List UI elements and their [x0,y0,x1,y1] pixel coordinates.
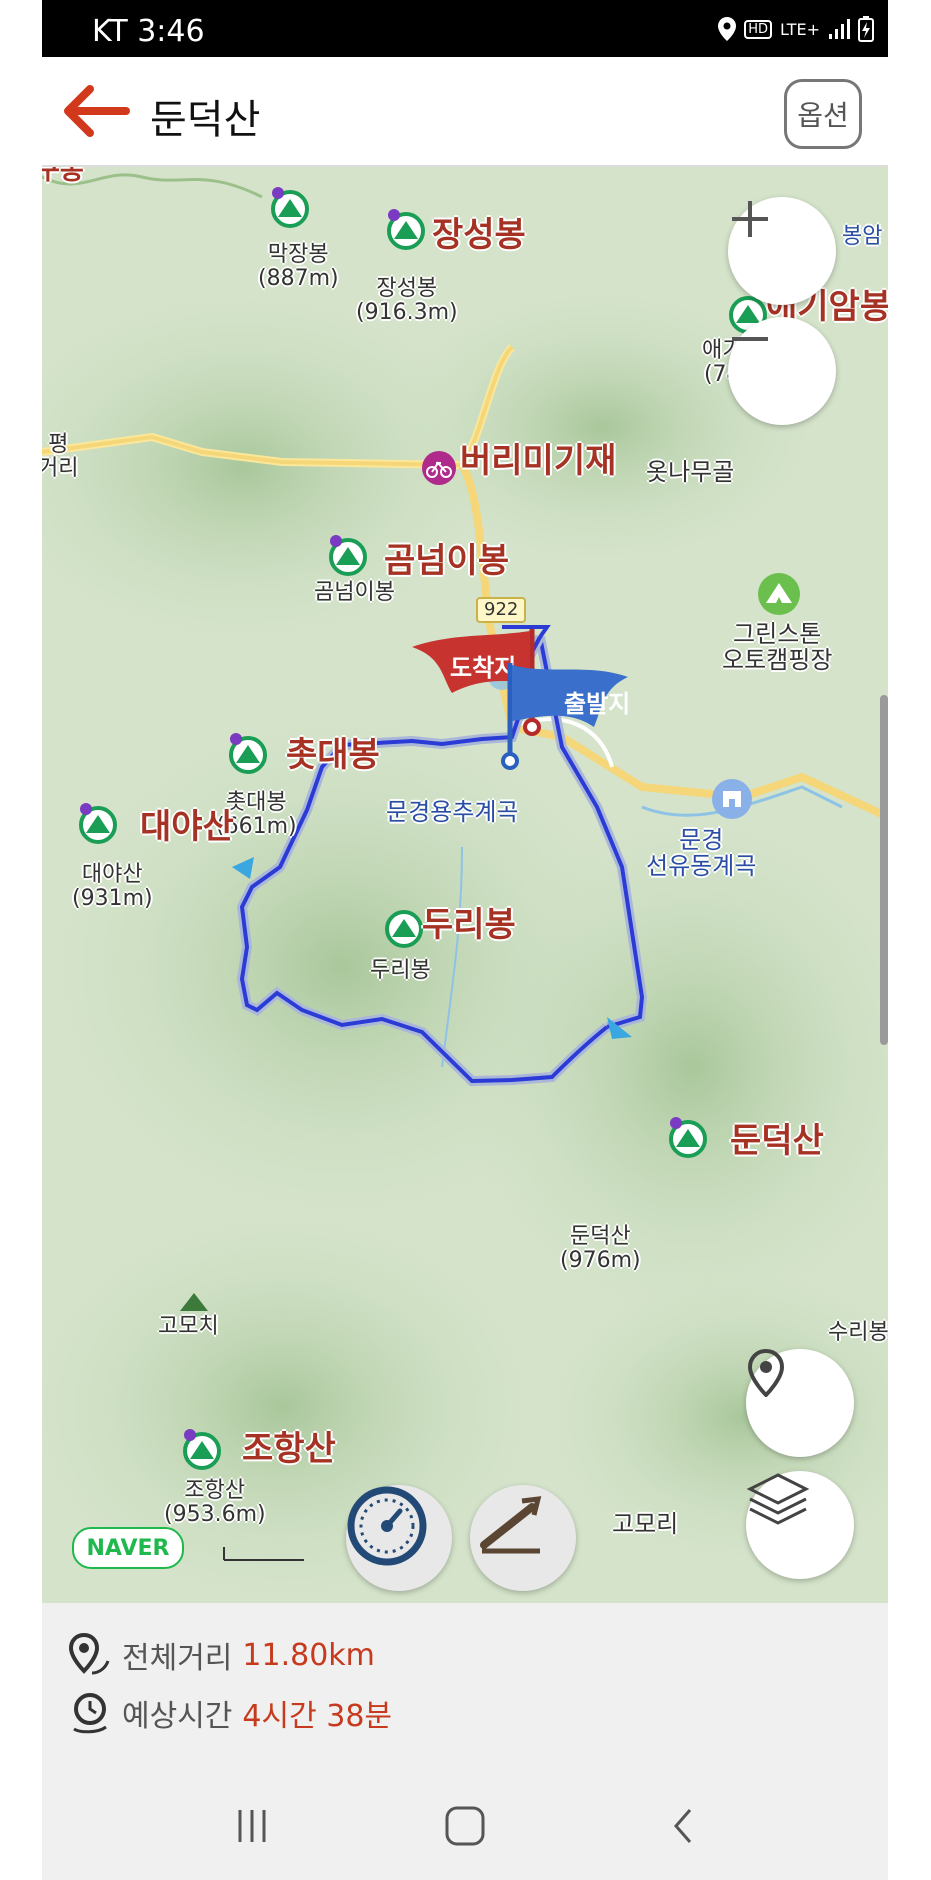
zoom-out-button[interactable] [728,317,836,425]
jangseongbong-title: 장성봉 [432,215,526,255]
gomnimibong-title: 곰넘이봉 [384,541,510,581]
greenstone-label: 그린스톤 오토캠핑장 [722,620,833,675]
minus-icon [732,337,768,341]
pyeong-label: 평 거리 [42,432,79,482]
back-button[interactable] [60,85,130,137]
mountain-marker-icon [385,910,423,948]
status-bar: KT 3:46 HD LTE+ [42,0,888,57]
top-left-label: 구봉 [42,167,84,186]
mountain-marker-icon [183,1429,221,1470]
johangsan-title: 조항산 [242,1429,336,1469]
system-nav-bar [42,1771,888,1880]
jangseongbong-label: 장성봉 (916.3m) [356,276,458,326]
route-distance-icon [68,1633,110,1675]
time-value: 4시간 38분 [242,1699,393,1734]
back-nav-button[interactable] [654,1801,714,1851]
map-view[interactable]: 구봉 막장봉 (887m) 장성봉 장성봉 (916.3m) 봉암 애기암봉 애… [42,167,888,1603]
castle-marker-icon [712,779,752,819]
layers-button[interactable] [746,1471,854,1579]
zoom-in-button[interactable] [728,197,836,305]
makjangbong-label: 막장봉 (887m) [258,242,339,292]
layers-icon [746,1473,810,1525]
peak-triangle-icon [180,1293,208,1311]
road-number-badge: 922 [476,597,527,623]
duribong-title: 두리봉 [422,905,516,945]
recent-apps-icon [238,1810,266,1842]
options-button[interactable]: 옵션 [784,79,862,149]
network-label: LTE+ [780,19,820,39]
clock-icon [73,1693,107,1734]
signal-icon [829,19,850,39]
dundeoksan-label: 둔덕산 (976m) [560,1224,641,1274]
screen: KT 3:46 HD LTE+ 둔덕산 옵션 구봉 막장봉 (887m) 장성봉… [0,0,931,1880]
time-row: 예상시간 4시간 38분 [68,1691,392,1735]
daeyasan-label: 대야산 (931m) [72,862,153,912]
elevation-icon [480,1496,542,1554]
dundeoksan-title: 둔덕산 [730,1121,824,1161]
elevation-button[interactable] [470,1485,576,1591]
time-label: 예상시간 [122,1699,233,1734]
status-icons: HD LTE+ [718,16,874,42]
home-button[interactable] [435,1801,495,1851]
chevron-left-icon [674,1809,692,1843]
campground-marker-icon [758,573,800,615]
seonyudong-label: 문경 선유동계곡 [646,826,757,881]
distance-value: 11.80km [242,1637,375,1673]
right-margin [888,0,931,1880]
gomori-label: 고모리 [612,1510,679,1538]
bicycle-marker-icon [422,451,456,485]
suribong-label: 수리봉 [828,1320,888,1345]
map-scrollbar[interactable] [880,695,888,1045]
mountain-marker-icon [329,535,367,576]
duribong-label: 두리봉 [370,958,431,983]
app-header: 둔덕산 옵션 [42,57,888,167]
gomochi-label: 고모치 [158,1314,219,1339]
bongam-label: 봉암 [842,224,883,249]
mountain-marker-icon [229,733,267,774]
chokdaebong-title: 촛대봉 [286,735,380,775]
plus-icon [732,201,768,237]
gomnimibong-label: 곰넘이봉 [314,580,395,605]
naver-logo: NAVER [72,1527,184,1569]
daeyasan-title: 대야산 [140,807,234,847]
hd-icon: HD [744,19,772,39]
page-title: 둔덕산 [150,97,261,143]
back-arrow-icon [64,85,130,137]
left-margin [0,0,42,1880]
burimigijae-title: 버리미기재 [460,441,617,481]
mountain-marker-icon [271,187,309,228]
yongchu-label: 문경용추계곡 [386,798,519,826]
speedometer-button[interactable] [346,1485,452,1591]
mountain-marker-icon [387,209,425,250]
departure-flag-label: 출발지 [564,690,631,718]
battery-icon [858,16,874,42]
johangsan-label: 조항산 (953.6m) [164,1478,266,1528]
mountain-marker-icon [669,1117,707,1158]
location-pin-icon [747,1349,785,1397]
recent-apps-button[interactable] [222,1801,282,1851]
speedometer-icon [347,1486,427,1566]
home-icon [445,1806,485,1846]
status-time: KT 3:46 [92,14,205,49]
distance-row: 전체거리 11.80km [68,1633,375,1677]
route-info-panel: 전체거리 11.80km 예상시간 4시간 38분 [42,1603,888,1771]
distance-label: 전체거리 [122,1641,233,1676]
otnamugol-label: 옷나무골 [646,458,735,486]
mountain-marker-icon [79,803,117,844]
location-icon [718,17,737,41]
my-location-button[interactable] [746,1349,854,1457]
